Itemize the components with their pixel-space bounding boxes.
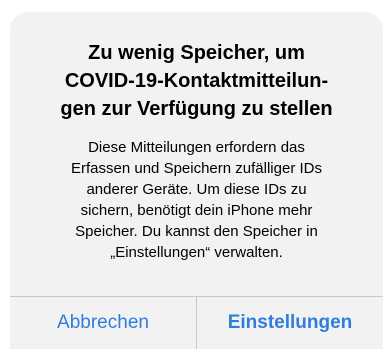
alert-title: Zu wenig Speicher, um COVID-19-Kontaktmi… (60, 42, 333, 120)
alert-content: Zu wenig Speicher, um COVID-19-Kontaktmi… (10, 12, 383, 296)
cancel-button[interactable]: Abbrechen (10, 297, 196, 349)
alert-message: Diese Mitteilungen erfordern das Erfasse… (71, 139, 322, 261)
settings-button[interactable]: Einstellungen (197, 297, 383, 349)
storage-alert-dialog: Zu wenig Speicher, um COVID-19-Kontaktmi… (10, 12, 383, 349)
